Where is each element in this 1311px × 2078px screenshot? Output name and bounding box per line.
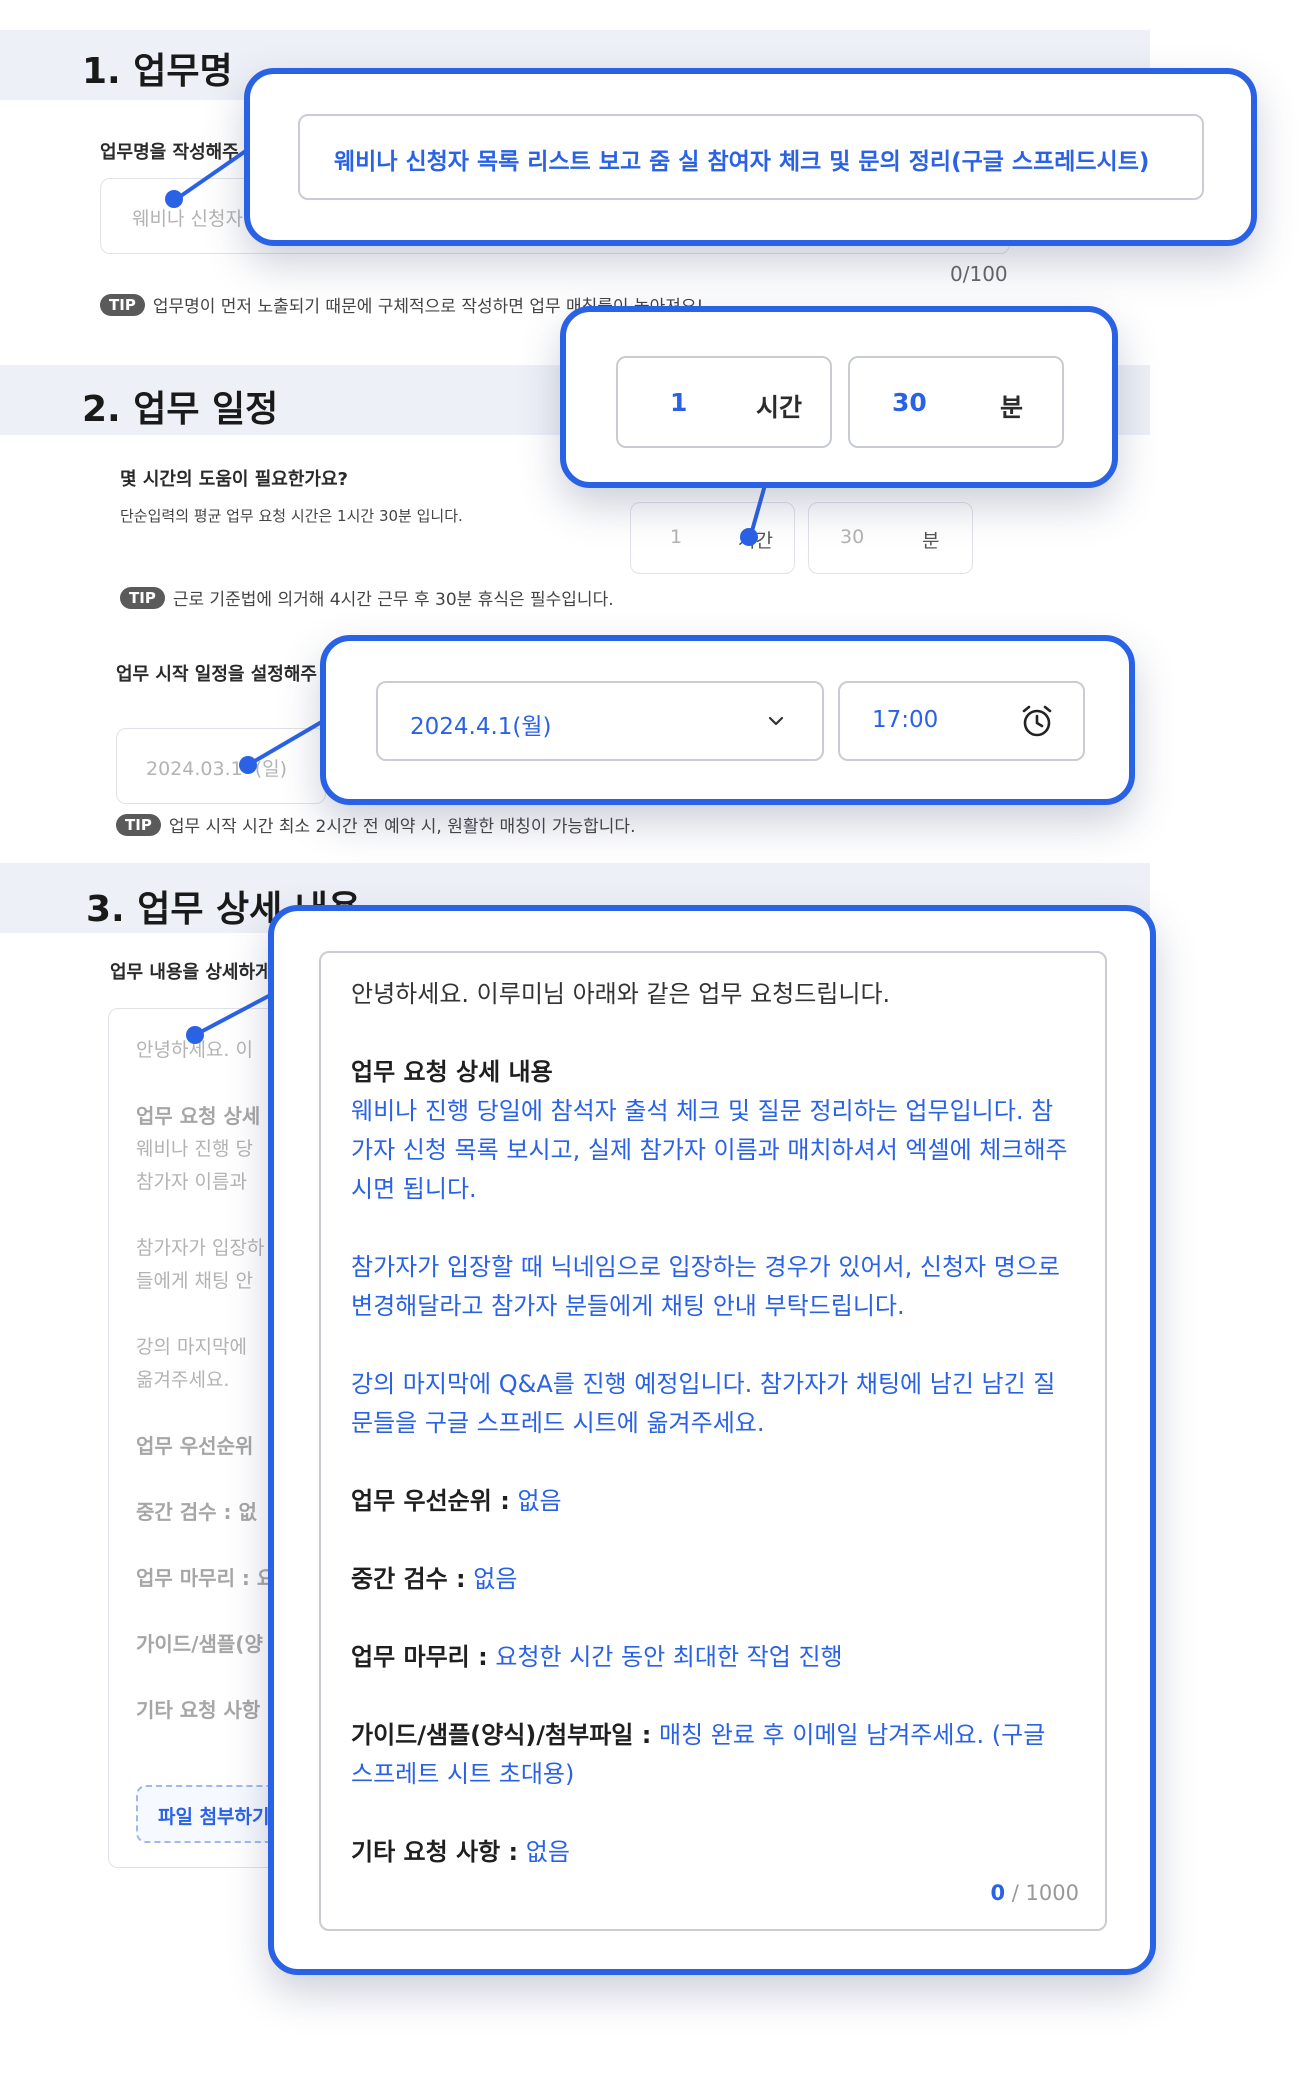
tip-text: 업무 시작 시간 최소 2시간 전 예약 시, 원활한 매칭이 가능합니다. [168, 817, 636, 837]
task-name-value: 웨비나 신청자 목록 리스트 보고 줌 실 참여자 체크 및 문의 정리(구글 … [334, 149, 1150, 175]
hours-value: 1 [670, 388, 688, 417]
ghost-line: 웨비나 진행 당 [136, 1138, 253, 1160]
finish-label: 업무 마무리 : [351, 1643, 488, 1671]
tip-text: 근로 기준법에 의거해 4시간 근무 후 30분 휴식은 필수입니다. [172, 590, 614, 610]
section2-title: 2. 업무 일정 [82, 389, 279, 430]
tip-badge: TIP [116, 813, 161, 836]
hours-question: 몇 시간의 도움이 필요한가요? [120, 469, 348, 490]
detail-content: 안녕하세요. 이루미님 아래와 같은 업무 요청드립니다. 업무 요청 상세 내… [351, 975, 1071, 1872]
detail-heading: 업무 요청 상세 내용 [351, 1058, 553, 1086]
duration-callout: 1 시간 30 분 [560, 306, 1118, 488]
etc-value: 없음 [525, 1838, 570, 1866]
finish-row: 업무 마무리 : 요청한 시간 동안 최대한 작업 진행 [351, 1638, 1071, 1677]
section1-label: 업무명을 작성해주 [100, 142, 239, 163]
detail-counter: 0 / 1000 [990, 1881, 1079, 1905]
section2-tip1: TIP 근로 기준법에 의거해 4시간 근무 후 30분 휴식은 필수입니다. [120, 585, 614, 610]
ghost-date-value: 2024.03.1 (일) [146, 754, 287, 781]
hours-unit: 시간 [756, 393, 803, 422]
review-value: 없음 [473, 1565, 518, 1593]
start-time-value: 17:00 [872, 707, 939, 733]
section2-tip2: TIP 업무 시작 시간 최소 2시간 전 예약 시, 원활한 매칭이 가능합니… [116, 812, 635, 837]
ghost-line: 중간 검수 : 없 [136, 1500, 257, 1524]
start-question: 업무 시작 일정을 설정해주 [116, 664, 317, 685]
chevron-down-icon[interactable] [766, 711, 786, 731]
task-name-callout: 웨비나 신청자 목록 리스트 보고 줌 실 참여자 체크 및 문의 정리(구글 … [244, 68, 1257, 246]
priority-row: 업무 우선순위 : 없음 [351, 1482, 1071, 1521]
task-name-placeholder: 웨비나 신청자 [132, 208, 243, 230]
connector-dot [165, 190, 183, 208]
alarm-clock-icon[interactable] [1019, 703, 1055, 739]
etc-label: 기타 요청 사항 : [351, 1838, 519, 1866]
detail-counter-total: / 1000 [1011, 1881, 1079, 1905]
detail-para1: 웨비나 진행 당일에 참석자 출석 체크 및 질문 정리하는 업무입니다. 참가… [351, 1097, 1068, 1203]
section1-title: 1. 업무명 [82, 51, 233, 92]
guide-label: 가이드/샘플(양식)/첨부파일 : [351, 1721, 652, 1749]
task-name-input-filled[interactable]: 웨비나 신청자 목록 리스트 보고 줌 실 참여자 체크 및 문의 정리(구글 … [298, 114, 1204, 200]
ghost-minute-field[interactable] [808, 502, 973, 574]
review-row: 중간 검수 : 없음 [351, 1560, 1071, 1599]
connector-dot [186, 1026, 204, 1044]
review-label: 중간 검수 : [351, 1565, 466, 1593]
detail-para3: 강의 마지막에 Q&A를 진행 예정입니다. 참가자가 채팅에 남긴 남긴 질문… [351, 1370, 1056, 1437]
ghost-line: 업무 요청 상세 [136, 1104, 261, 1128]
ghost-line: 강의 마지막에 [136, 1336, 247, 1358]
etc-row: 기타 요청 사항 : 없음 [351, 1833, 1071, 1872]
detail-para2: 참가자가 입장할 때 닉네임으로 입장하는 경우가 있어서, 신청자 명으로 변… [351, 1253, 1060, 1320]
section3-label: 업무 내용을 상세하게 [110, 962, 272, 983]
ghost-date-text: 2024.03.1 [146, 758, 243, 780]
start-date-value: 2024.4.1(월) [410, 714, 552, 740]
ghost-line: 참가자 이름과 [136, 1171, 247, 1193]
minutes-unit: 분 [1000, 393, 1024, 422]
tip-badge: TIP [100, 293, 145, 316]
ghost-line: 업무 마무리 : 요 [136, 1566, 276, 1590]
detail-callout: 안녕하세요. 이루미님 아래와 같은 업무 요청드립니다. 업무 요청 상세 내… [268, 905, 1156, 1975]
ghost-hour-value: 1 [670, 526, 683, 548]
ghost-line: 참가자가 입장하 [136, 1237, 265, 1259]
finish-value: 요청한 시간 동안 최대한 작업 진행 [495, 1643, 843, 1671]
guide-row: 가이드/샘플(양식)/첨부파일 : 매칭 완료 후 이메일 남겨주세요. (구글… [351, 1716, 1071, 1794]
detail-textarea[interactable]: 안녕하세요. 이루미님 아래와 같은 업무 요청드립니다. 업무 요청 상세 내… [319, 951, 1107, 1931]
ghost-line: 들에게 채팅 안 [136, 1270, 253, 1292]
ghost-line: 기타 요청 사항 [136, 1698, 261, 1722]
ghost-date-day: (일) [254, 758, 288, 780]
tip-badge: TIP [120, 586, 165, 609]
ghost-minute-value: 30 [840, 526, 865, 548]
ghost-line: 업무 우선순위 [136, 1434, 254, 1458]
detail-greeting: 안녕하세요. 이루미님 아래와 같은 업무 요청드립니다. [351, 980, 891, 1008]
hours-sub: 단순입력의 평균 업무 요청 시간은 1시간 30분 입니다. [120, 507, 463, 525]
ghost-line: 옮겨주세요. [136, 1369, 230, 1391]
start-date-select[interactable]: 2024.4.1(월) [376, 681, 824, 761]
ghost-minute-unit: 분 [922, 530, 940, 552]
attach-file-label: 파일 첨부하기 [158, 1806, 270, 1828]
priority-value: 없음 [517, 1487, 562, 1515]
connector-dot [740, 528, 758, 546]
detail-counter-current: 0 [990, 1881, 1006, 1905]
connector-dot [239, 756, 257, 774]
start-schedule-callout: 2024.4.1(월) 17:00 [320, 635, 1135, 805]
minutes-field[interactable]: 30 분 [848, 356, 1064, 448]
start-time-field[interactable]: 17:00 [838, 681, 1085, 761]
minutes-value: 30 [892, 388, 927, 417]
hours-field[interactable]: 1 시간 [616, 356, 832, 448]
priority-label: 업무 우선순위 : [351, 1487, 510, 1515]
ghost-line: 가이드/샘플(양 [136, 1632, 263, 1656]
task-name-counter: 0/100 [950, 262, 1008, 286]
